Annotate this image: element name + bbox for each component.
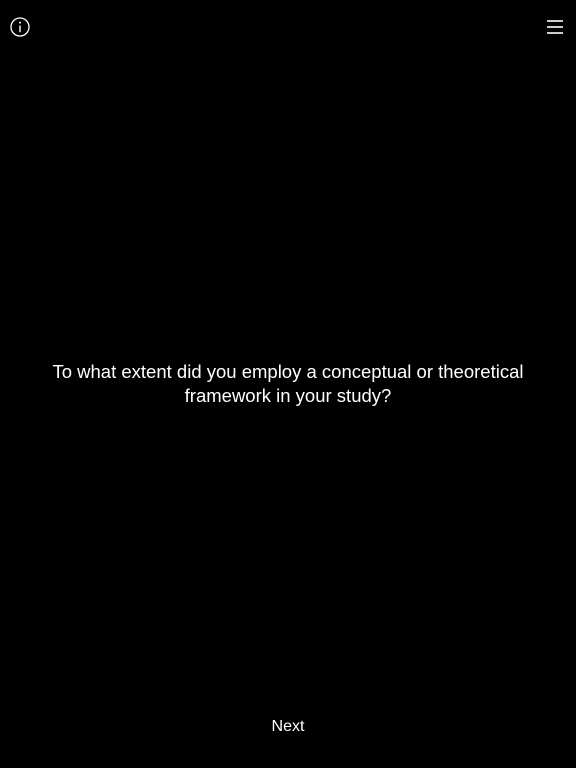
info-button[interactable]	[8, 15, 32, 39]
next-button[interactable]: Next	[0, 716, 576, 738]
info-circle-icon	[10, 17, 30, 37]
menu-button[interactable]	[544, 17, 566, 37]
next-button-label: Next	[271, 718, 305, 735]
hamburger-menu-icon	[547, 20, 563, 34]
question-text: To what extent did you employ a conceptu…	[52, 361, 524, 406]
